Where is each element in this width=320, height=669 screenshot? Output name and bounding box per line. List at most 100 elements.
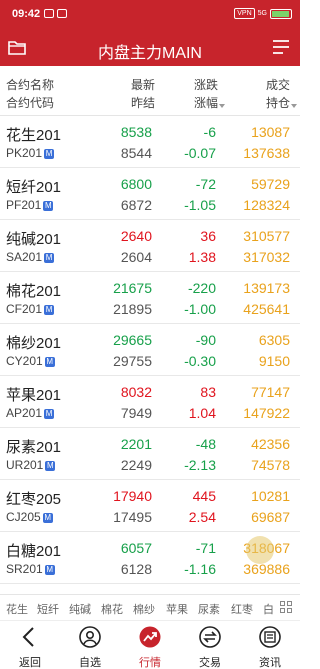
column-price-prev[interactable]: 最新 昨结 <box>105 76 155 112</box>
table-row[interactable]: 纯碱201 SA201 M 2640 2604 36 1.38 310577 31… <box>0 220 300 272</box>
table-row[interactable]: 苹果201 AP201 M 8032 7949 83 1.04 77147 147… <box>0 376 300 428</box>
nav-label: 行情 <box>139 657 161 669</box>
main-contract-badge: M <box>44 253 55 263</box>
category-tab[interactable]: 白 <box>263 601 274 617</box>
change-percent: -0.30 <box>184 353 216 369</box>
price-change: -90 <box>195 332 216 348</box>
price-change: 445 <box>192 488 216 504</box>
contract-name: 苹果201 <box>6 387 62 404</box>
floating-assist-button[interactable] <box>246 536 274 564</box>
table-row[interactable]: 尿素201 UR201 M 2201 2249 -48 -2.13 42356 7… <box>0 428 300 480</box>
prev-settle: 2604 <box>120 249 152 265</box>
contract-code: AP201 M <box>6 406 55 420</box>
open-interest: 425641 <box>243 301 290 317</box>
column-change-pct[interactable]: 涨跌 涨幅 <box>178 76 218 112</box>
nav-label: 资讯 <box>259 657 281 669</box>
change-percent: -2.13 <box>184 457 216 473</box>
category-tab[interactable]: 苹果 <box>166 601 188 617</box>
category-strip: 花生 短纤 纯碱 棉花 棉纱 苹果 尿素 红枣 白 <box>0 594 300 620</box>
column-header: 合约名称 合约代码 最新 昨结 涨跌 涨幅 成交 持仓 <box>0 66 300 116</box>
contract-name: 短纤201 <box>6 179 62 196</box>
category-tab[interactable]: 尿素 <box>198 601 220 617</box>
contract-name: 花生201 <box>6 127 62 144</box>
category-tab[interactable]: 纯碱 <box>69 601 91 617</box>
notification-icon <box>44 9 54 18</box>
category-tab[interactable]: 棉花 <box>101 601 123 617</box>
sort-icon <box>291 104 297 108</box>
column-name-code[interactable]: 合约名称 合约代码 <box>6 76 54 112</box>
trade-icon <box>199 626 221 648</box>
open-interest: 74578 <box>251 457 290 473</box>
news-icon <box>259 626 281 648</box>
open-interest: 69687 <box>251 509 290 525</box>
category-tab[interactable]: 红枣 <box>231 601 253 617</box>
contract-name: 白糖201 <box>6 543 62 560</box>
column-label: 成交 <box>265 78 290 92</box>
table-row[interactable]: 红枣205 CJ205 M 17940 17495 445 2.54 10281 … <box>0 480 300 532</box>
category-tab[interactable]: 短纤 <box>37 601 59 617</box>
battery-icon <box>270 8 292 19</box>
main-contract-badge: M <box>43 201 54 211</box>
volume: 13087 <box>251 124 290 140</box>
category-tab[interactable]: 棉纱 <box>133 601 155 617</box>
column-label: 持仓 <box>265 96 290 110</box>
volume: 10281 <box>251 488 290 504</box>
column-label: 合约名称 <box>6 78 55 92</box>
open-interest: 147922 <box>243 405 290 421</box>
open-interest: 137638 <box>243 145 290 161</box>
contract-name: 尿素201 <box>6 439 62 456</box>
prev-settle: 8544 <box>120 145 152 161</box>
latest-price: 2201 <box>120 436 152 452</box>
table-row[interactable]: 短纤201 PF201 M 6800 6872 -72 -1.05 59729 1… <box>0 168 300 220</box>
category-tab[interactable]: 花生 <box>6 601 28 617</box>
main-contract-badge: M <box>45 461 56 471</box>
main-contract-badge: M <box>44 305 55 315</box>
main-contract-badge: M <box>44 409 55 419</box>
latest-price: 17940 <box>113 488 152 504</box>
nav-market[interactable]: 行情 <box>120 621 180 669</box>
contract-code: CJ205 M <box>6 510 53 524</box>
nav-watchlist[interactable]: 自选 <box>60 621 120 669</box>
nav-back[interactable]: 返回 <box>0 621 60 669</box>
change-percent: -0.07 <box>184 145 216 161</box>
contract-code: UR201 M <box>6 458 56 472</box>
vpn-icon: VPN <box>234 8 255 19</box>
column-label: 合约代码 <box>6 96 55 110</box>
volume: 139173 <box>243 280 290 296</box>
table-row[interactable]: 花生201 PK201 M 8538 8544 -6 -0.07 13087 13… <box>0 116 300 168</box>
change-percent: -1.05 <box>184 197 216 213</box>
contract-name: 纯碱201 <box>6 231 62 248</box>
person-icon <box>79 626 101 648</box>
column-label: 涨幅 <box>193 96 218 110</box>
status-bar: 09:42 VPN 5G <box>0 0 300 30</box>
table-row[interactable]: 棉花201 CF201 M 21675 21895 -220 -1.00 1391… <box>0 272 300 324</box>
volume: 59729 <box>251 176 290 192</box>
contract-name: 红枣205 <box>6 491 62 508</box>
change-percent: -1.16 <box>184 561 216 577</box>
status-right-icons: VPN 5G <box>234 8 292 19</box>
contract-code: PK201 M <box>6 146 55 160</box>
price-change: -220 <box>187 280 216 296</box>
nav-trade[interactable]: 交易 <box>180 621 240 669</box>
open-interest: 128324 <box>243 197 290 213</box>
volume: 6305 <box>258 332 290 348</box>
prev-settle: 7949 <box>120 405 152 421</box>
prev-settle: 6872 <box>120 197 152 213</box>
contract-code: SR201 M <box>6 562 55 576</box>
change-percent: 1.38 <box>188 249 216 265</box>
contract-code: PF201 M <box>6 198 54 212</box>
nav-news[interactable]: 资讯 <box>240 621 300 669</box>
notification-icon <box>57 9 67 18</box>
table-row[interactable]: 棉纱201 CY201 M 29665 29755 -90 -0.30 6305 … <box>0 324 300 376</box>
contract-code: SA201 M <box>6 250 55 264</box>
latest-price: 6800 <box>120 176 152 192</box>
nav-label: 返回 <box>19 657 41 669</box>
price-change: -71 <box>195 540 216 556</box>
latest-price: 29665 <box>113 332 152 348</box>
column-volume-oi[interactable]: 成交 持仓 <box>250 76 290 112</box>
grid-icon[interactable] <box>280 601 292 613</box>
menu-icon[interactable] <box>272 39 290 55</box>
sort-icon <box>219 104 225 108</box>
contract-code: CF201 M <box>6 302 55 316</box>
prev-settle: 6128 <box>120 561 152 577</box>
